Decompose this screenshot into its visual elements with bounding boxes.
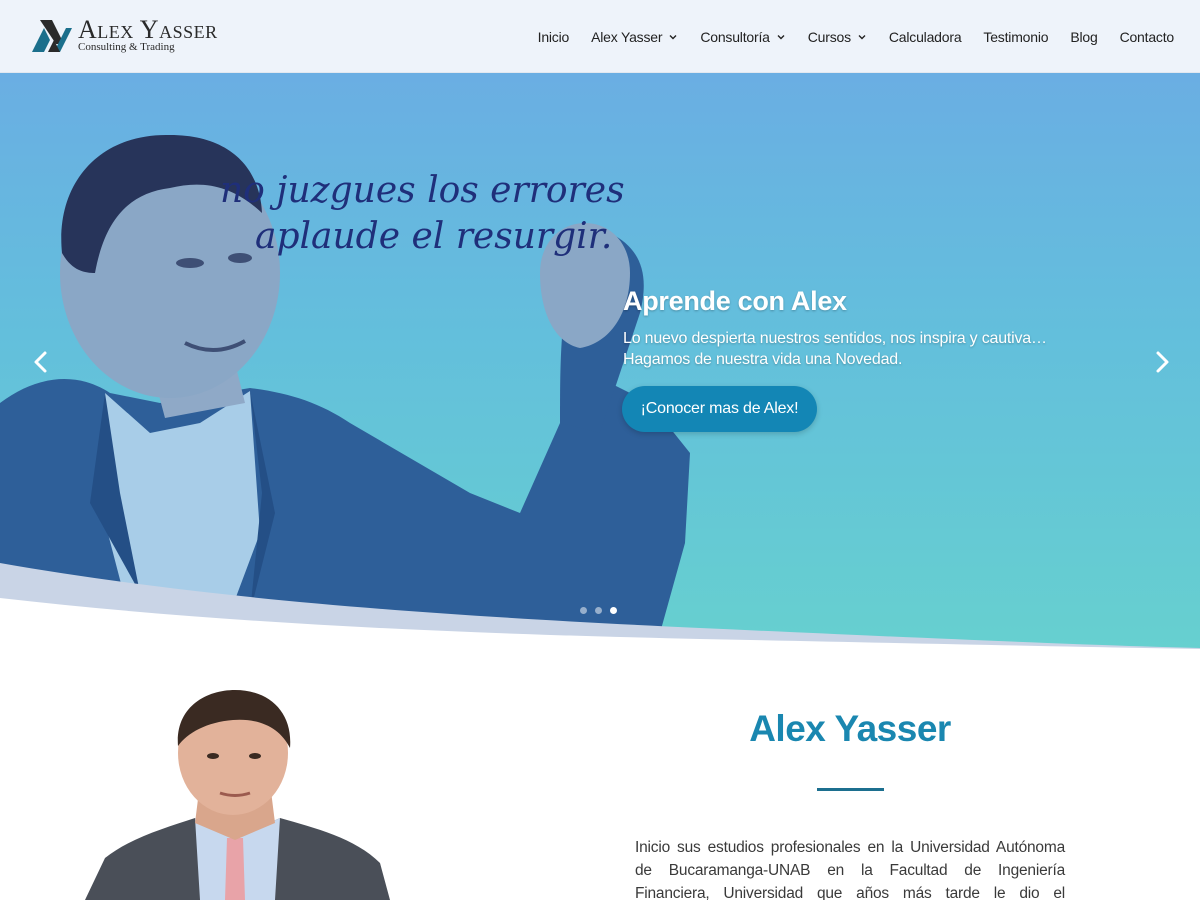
hero-subtitle: Lo nuevo despierta nuestros sentidos, no… xyxy=(623,328,1047,370)
nav-item-label: Alex Yasser xyxy=(591,28,663,45)
hero-slider: no juzgues los errores aplaude el resurg… xyxy=(0,73,1200,653)
slider-pagination xyxy=(580,607,617,614)
hero-bottom-wave xyxy=(0,563,1200,653)
nav-item-label: Cursos xyxy=(807,28,851,45)
chevron-right-icon[interactable] xyxy=(1151,349,1173,375)
hero-quote-line-2: aplaude el resurgir. xyxy=(255,216,613,257)
site-header: Alex Yasser Consulting & Trading Inicio … xyxy=(0,0,1200,73)
hero-handwritten-quote: no juzgues los errores aplaude el resurg… xyxy=(220,168,625,260)
hero-title: Aprende con Alex xyxy=(623,286,847,316)
nav-item-cursos[interactable]: Cursos xyxy=(808,29,867,45)
hero-subtitle-line-1: Lo nuevo despierta nuestros sentidos, no… xyxy=(623,330,1047,347)
nav-item-calculadora[interactable]: Calculadora xyxy=(889,29,962,45)
about-text: Inicio sus estudios profesionales en la … xyxy=(635,839,1065,900)
main-nav: Inicio Alex Yasser Consultoría Cursos Ca… xyxy=(537,0,1175,73)
nav-item-label: Inicio xyxy=(537,28,570,45)
hero-subtitle-line-2: Hagamos de nuestra vida una Novedad. xyxy=(623,351,903,368)
site-logo[interactable]: Alex Yasser Consulting & Trading xyxy=(30,14,240,58)
about-paragraph: Inicio sus estudios profesionales en la … xyxy=(635,836,1065,900)
nav-item-label: Testimonio xyxy=(983,28,1049,45)
slider-dot-2[interactable] xyxy=(595,607,602,614)
brand-name: Alex Yasser xyxy=(78,15,218,44)
slider-dot-3[interactable] xyxy=(610,607,617,614)
title-divider xyxy=(817,788,884,791)
chevron-down-icon xyxy=(669,34,677,39)
chevron-down-icon xyxy=(858,34,866,39)
nav-item-label: Consultoría xyxy=(700,28,770,45)
brand-tagline: Consulting & Trading xyxy=(78,41,175,53)
about-title: Alex Yasser xyxy=(749,708,951,749)
nav-item-contacto[interactable]: Contacto xyxy=(1119,28,1175,45)
hero-quote-line-1: no juzgues los errores xyxy=(220,170,625,211)
nav-item-label: Calculadora xyxy=(888,28,962,45)
nav-item-label: Contacto xyxy=(1119,28,1175,45)
learn-more-button[interactable]: ¡Conocer mas de Alex! xyxy=(622,386,817,432)
alex-portrait-photo xyxy=(85,690,390,900)
nav-item-inicio[interactable]: Inicio xyxy=(537,28,570,45)
ay-monogram-icon xyxy=(32,20,72,52)
nav-item-blog[interactable]: Blog xyxy=(1070,29,1097,45)
chevron-left-icon[interactable] xyxy=(30,349,52,375)
nav-item-consultoria[interactable]: Consultoría xyxy=(700,29,785,45)
nav-item-testimonio[interactable]: Testimonio xyxy=(983,29,1048,45)
slider-dot-1[interactable] xyxy=(580,607,587,614)
nav-item-alex-yasser[interactable]: Alex Yasser xyxy=(591,29,678,45)
chevron-down-icon xyxy=(777,34,785,39)
nav-item-label: Blog xyxy=(1070,28,1098,45)
